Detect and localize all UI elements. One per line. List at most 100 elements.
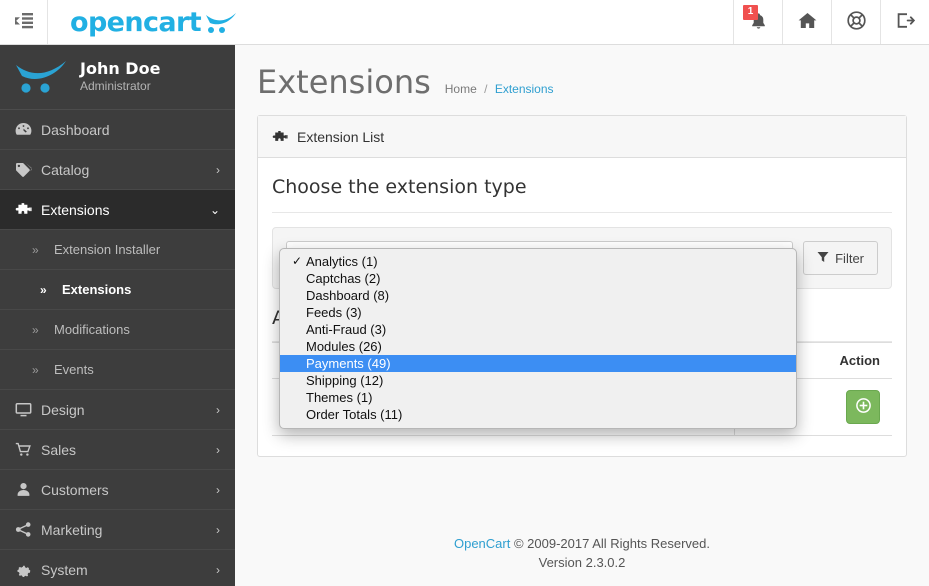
chevron-right-icon: ›	[216, 522, 220, 537]
sidebar-subitem-label: Events	[54, 362, 94, 377]
sidebar-item-label: Marketing	[41, 521, 103, 538]
user-name: John Doe	[80, 59, 161, 78]
sidebar-item-label: Sales	[41, 441, 77, 458]
app-root: opencart 1 John Doe Administrator Dashbo…	[0, 0, 929, 586]
user-profile-info: John Doe Administrator	[80, 60, 160, 94]
dropdown-option-label: Anti-Fraud (3)	[306, 322, 387, 337]
chevron-double-right-icon: »	[32, 242, 39, 257]
dropdown-option-label: Modules (26)	[306, 339, 382, 354]
sales-cart-icon	[15, 442, 41, 457]
catalog-tag-icon	[15, 162, 41, 177]
sidebar-item-design[interactable]: Design ›	[0, 390, 235, 430]
breadcrumb-extensions[interactable]: Extensions	[495, 82, 554, 96]
sidebar-item-label: Catalog	[41, 161, 90, 178]
dropdown-option-label: Order Totals (11)	[306, 407, 403, 422]
dropdown-option-modules[interactable]: Modules (26)	[280, 338, 796, 355]
sidebar-item-customers[interactable]: Customers ›	[0, 470, 235, 510]
sidebar-item-extensions-sub[interactable]: » Extensions	[0, 270, 235, 310]
sidebar-item-label: Dashboard	[41, 121, 110, 138]
extensions-puzzle-icon	[15, 202, 41, 217]
dropdown-option-payments[interactable]: Payments (49)	[280, 355, 796, 372]
filter-button[interactable]: Filter	[803, 241, 878, 275]
opencart-logo[interactable]: opencart	[48, 0, 239, 44]
panel-heading: Extension List	[258, 116, 906, 158]
dropdown-option-label: Themes (1)	[306, 390, 373, 405]
chevron-down-icon: ⌄	[209, 202, 220, 217]
sidebar-item-label: Extensions	[41, 201, 110, 218]
dropdown-option-themes[interactable]: Themes (1)	[280, 389, 796, 406]
chevron-right-icon: ›	[216, 482, 220, 497]
sidebar-item-catalog[interactable]: Catalog ›	[0, 150, 235, 190]
sidebar-item-events[interactable]: » Events	[0, 350, 235, 390]
sidebar-item-sales[interactable]: Sales ›	[0, 430, 235, 470]
sidebar-item-extension-installer[interactable]: » Extension Installer	[0, 230, 235, 270]
chevron-double-right-icon: »	[32, 322, 39, 337]
logout-button[interactable]	[880, 0, 929, 44]
dropdown-option-label: Payments (49)	[306, 356, 391, 371]
dropdown-option-label: Captchas (2)	[306, 271, 381, 286]
dropdown-option-feeds[interactable]: Feeds (3)	[280, 304, 796, 321]
footer-copyright-line: OpenCart © 2009-2017 All Rights Reserved…	[235, 534, 929, 553]
footer-opencart-link[interactable]: OpenCart	[454, 536, 510, 551]
filter-button-label: Filter	[835, 250, 864, 266]
sidebar-item-dashboard[interactable]: Dashboard	[0, 110, 235, 150]
panel-heading-title: Extension List	[297, 128, 385, 145]
support-button[interactable]	[831, 0, 880, 44]
home-button[interactable]	[782, 0, 831, 44]
dropdown-option-label: Shipping (12)	[306, 373, 384, 388]
sidebar-item-system[interactable]: System ›	[0, 550, 235, 586]
section-title: Choose the extension type	[272, 174, 892, 213]
breadcrumb-separator: /	[484, 82, 488, 96]
dropdown-option-label: Analytics (1)	[306, 254, 378, 269]
page-header: Extensions Home / Extensions	[235, 45, 929, 115]
sidebar-item-label: System	[41, 561, 88, 578]
chevron-right-icon: ›	[216, 442, 220, 457]
breadcrumb: Home / Extensions	[445, 82, 554, 96]
dropdown-option-anti-fraud[interactable]: Anti-Fraud (3)	[280, 321, 796, 338]
extension-type-dropdown-menu[interactable]: ✓ Analytics (1) Captchas (2) Dashboard (…	[279, 248, 797, 429]
sidebar-item-modifications[interactable]: » Modifications	[0, 310, 235, 350]
logout-icon	[896, 12, 915, 32]
user-role: Administrator	[80, 79, 151, 93]
marketing-share-icon	[15, 522, 41, 537]
chevron-right-icon: ›	[216, 562, 220, 577]
dropdown-option-captchas[interactable]: Captchas (2)	[280, 270, 796, 287]
sidebar-collapse-button[interactable]	[0, 0, 48, 44]
footer-version: Version 2.3.0.2	[538, 555, 626, 570]
dashboard-gauge-icon	[15, 122, 41, 137]
logo-wordmark: opencart	[70, 6, 202, 38]
chevron-right-icon: ›	[216, 162, 220, 177]
dropdown-option-order-totals[interactable]: Order Totals (11)	[280, 406, 796, 423]
page-title: Extensions	[257, 63, 431, 101]
user-profile[interactable]: John Doe Administrator	[0, 45, 235, 110]
install-extension-button[interactable]	[846, 390, 880, 424]
topbar-icon-group: 1	[733, 0, 929, 44]
sidebar-subitem-label: Extension Installer	[54, 242, 161, 257]
system-gear-icon	[15, 562, 41, 577]
footer-copyright-text: © 2009-2017 All Rights Reserved.	[510, 536, 710, 551]
notifications-badge: 1	[743, 5, 758, 20]
avatar	[14, 57, 70, 97]
customers-person-icon	[15, 482, 41, 497]
plus-circle-icon	[855, 398, 871, 416]
home-icon	[798, 12, 817, 32]
dropdown-option-label: Feeds (3)	[306, 305, 362, 320]
sidebar-item-label: Design	[41, 401, 85, 418]
dropdown-option-label: Dashboard (8)	[306, 288, 390, 303]
funnel-icon	[817, 251, 829, 266]
breadcrumb-home[interactable]: Home	[445, 82, 477, 96]
dropdown-option-dashboard[interactable]: Dashboard (8)	[280, 287, 796, 304]
sidebar-item-extensions[interactable]: Extensions ⌄	[0, 190, 235, 230]
sidebar-item-marketing[interactable]: Marketing ›	[0, 510, 235, 550]
dropdown-option-shipping[interactable]: Shipping (12)	[280, 372, 796, 389]
chevron-double-right-icon: »	[40, 282, 47, 297]
dropdown-option-analytics[interactable]: ✓ Analytics (1)	[280, 253, 796, 270]
sidebar-subitem-label: Extensions	[62, 282, 132, 297]
sidebar-item-label: Customers	[41, 481, 109, 498]
chevron-double-right-icon: »	[32, 362, 39, 377]
page-footer: OpenCart © 2009-2017 All Rights Reserved…	[235, 534, 929, 586]
notifications-button[interactable]: 1	[733, 0, 782, 44]
design-monitor-icon	[15, 402, 41, 417]
sidebar-nav: John Doe Administrator Dashboard Catalog…	[0, 45, 235, 586]
